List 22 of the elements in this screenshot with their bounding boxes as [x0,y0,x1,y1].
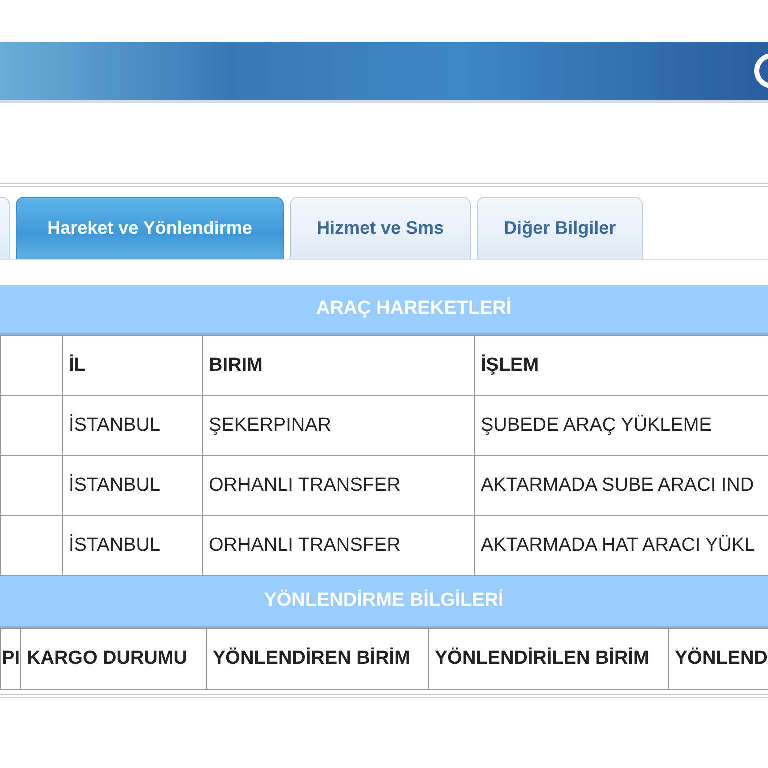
table-cell: ORHANLI TRANSFER [202,456,474,516]
tab[interactable] [0,197,10,259]
table-header-cell: PI [0,628,20,690]
table-cell: İSTANBUL [62,456,202,516]
table-cell [0,396,62,456]
logo-icon [754,53,768,89]
table-header-cell: BIRIM [202,336,474,396]
section-title: ARAÇ HAREKETLERİ [316,298,512,320]
table-header-cell: İL [62,336,202,396]
table-header-cell: YÖNLENDİRİLEN BİRİM [428,628,668,690]
table-cell: ŞEKERPINAR [202,396,474,456]
table-header-cell: İŞLEM [474,336,768,396]
tab[interactable]: Hizmet ve Sms [290,197,472,259]
table-cell: İSTANBUL [62,396,202,456]
table-header-cell: YÖNLEND [668,628,768,690]
tab[interactable]: Hareket ve Yönlendirme [16,197,284,259]
table-header-cell: KARGO DURUMU [20,628,206,690]
table-header-cell: YÖNLENDİREN BİRİM [206,628,428,690]
tab[interactable]: Diğer Bilgiler [477,197,644,259]
table-header-cell [0,336,62,396]
section-title: YÖNLENDİRME BİLGİLERİ [264,590,504,612]
table-cell [0,456,62,516]
